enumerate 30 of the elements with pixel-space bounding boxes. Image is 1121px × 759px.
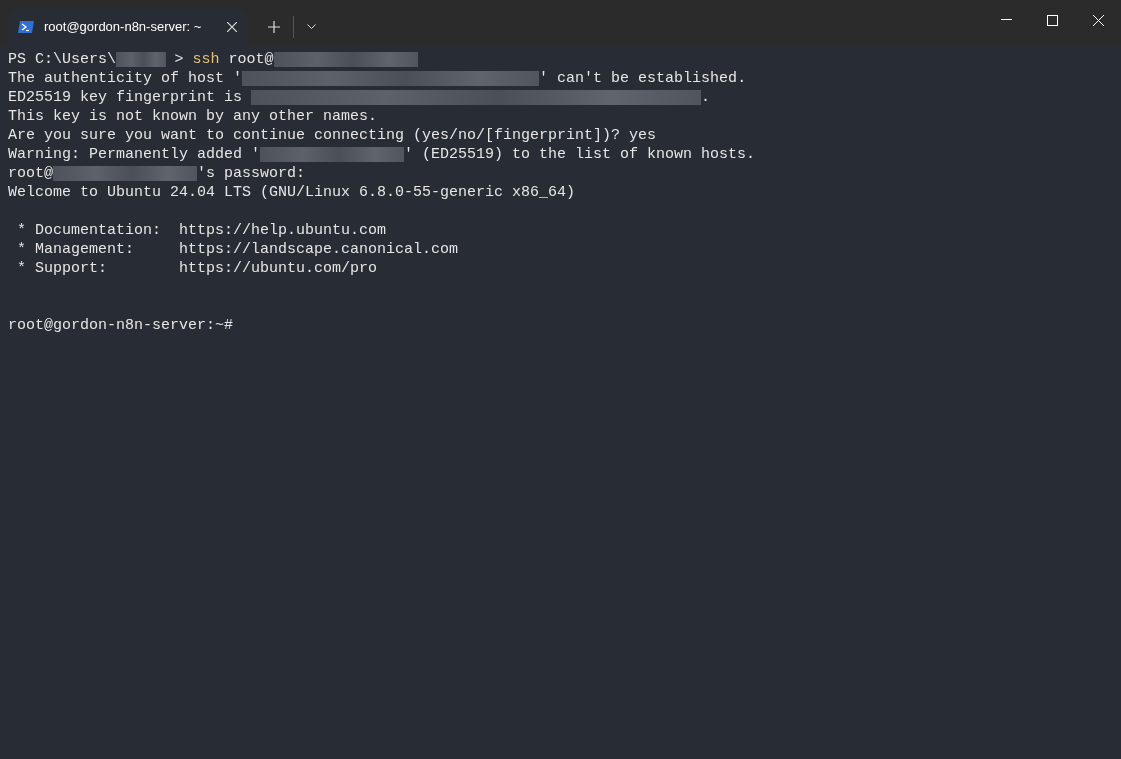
powershell-icon xyxy=(18,20,34,33)
terminal-text: root@ xyxy=(227,50,274,69)
tab-close-button[interactable] xyxy=(227,21,237,32)
terminal-text: * Support: https://ubuntu.com/pro xyxy=(16,259,378,278)
terminal-text: ' (ED25519) to the list of known hosts. xyxy=(404,145,756,164)
redaction-block xyxy=(116,52,166,67)
terminal-text: root@ xyxy=(8,164,53,183)
plus-icon xyxy=(268,20,280,33)
terminal-text: . xyxy=(701,88,711,107)
terminal-text: Are you sure you want to continue connecting (yes/no/[fingerprint])? yes xyxy=(8,126,657,145)
terminal-text: * Management: https://landscape.canonical.com xyxy=(16,240,459,259)
terminal-text: The authenticity of host ' xyxy=(8,69,243,88)
minimize-icon xyxy=(1000,19,1012,21)
terminal-text: Welcome to Ubuntu 24.04 LTS (GNU/Linux 6.8.0-55-generic x86_64) xyxy=(8,183,576,202)
terminal-text: ED25519 key fingerprint is xyxy=(8,88,244,107)
terminal-text: ' can't be established. xyxy=(539,69,747,88)
terminal-text: PS C:\Users\ xyxy=(8,50,117,69)
terminal-text: Warning: Permanently added ' xyxy=(8,145,261,164)
terminal-text: > xyxy=(173,50,185,69)
terminal-text: root@gordon-n8n-server:~# xyxy=(8,316,234,335)
tab-title: root@gordon-n8n-server: ~ xyxy=(44,19,203,34)
close-icon xyxy=(1092,14,1104,26)
terminal-text: * Documentation: https://help.ubuntu.com xyxy=(16,221,387,240)
terminal-text: 's password: xyxy=(197,164,306,183)
close-icon xyxy=(227,21,237,32)
maximize-icon xyxy=(1046,14,1058,26)
chevron-down-icon xyxy=(306,24,316,29)
terminal-tab[interactable]: root@gordon-n8n-server: ~ xyxy=(8,8,247,45)
terminal-text: This key is not known by any other names. xyxy=(8,107,378,126)
command-text: ssh xyxy=(192,50,220,69)
